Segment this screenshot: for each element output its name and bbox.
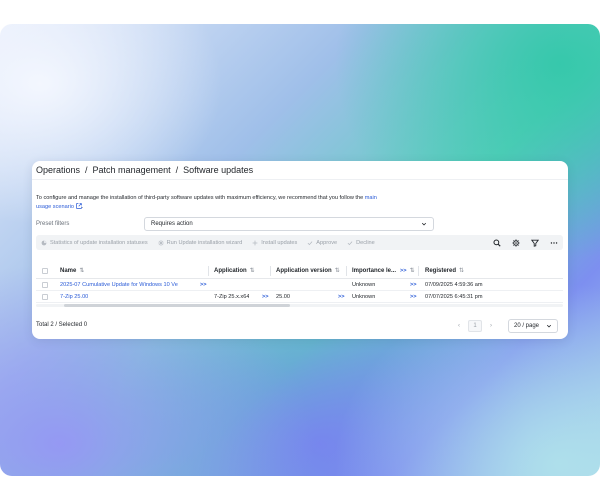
row-registered: 07/09/2025 4:59:36 am: [425, 281, 483, 288]
sort-icon: ⇅: [334, 268, 340, 274]
row-expand-version[interactable]: >>: [338, 291, 345, 302]
pie-chart-icon: [41, 240, 47, 245]
gear-icon[interactable]: [512, 238, 520, 247]
sort-icon: ⇅: [409, 268, 415, 274]
breadcrumb-operations[interactable]: Operations: [36, 165, 80, 175]
approve-button[interactable]: Approve: [307, 240, 337, 246]
decline-button[interactable]: Decline: [347, 240, 375, 246]
row-application: 7-Zip 25.x.x64: [214, 293, 250, 300]
pagination: ‹ 1 › 20 / page: [458, 319, 558, 333]
row-name-link[interactable]: 7-Zip 25.00: [60, 291, 200, 302]
column-application[interactable]: Application ⇅: [214, 263, 255, 278]
statistics-button[interactable]: Statistics of update installation status…: [41, 240, 148, 246]
page-title: Software updates: [183, 165, 254, 175]
row-importance: Unknown: [352, 293, 376, 300]
row-expand-application[interactable]: >>: [262, 291, 269, 302]
total-selected-count: Total 2 / Selected 0: [36, 322, 88, 328]
next-page-button[interactable]: ›: [490, 323, 492, 329]
column-registered[interactable]: Registered ⇅: [425, 263, 464, 278]
chevron-down-icon: [421, 222, 427, 226]
sort-icon: ⇅: [79, 268, 85, 274]
sort-icon: ⇅: [249, 268, 255, 274]
toolbar: Statistics of update installation status…: [36, 235, 563, 250]
column-importance[interactable]: Importance le... >> ⇅: [352, 263, 415, 278]
column-application-version[interactable]: Application version ⇅: [276, 263, 340, 278]
updates-table: Name ⇅ Application ⇅ Application version ⇅ …: [36, 263, 563, 303]
title-divider: [32, 179, 568, 180]
more-options-icon[interactable]: [550, 239, 558, 247]
breadcrumb-separator: /: [85, 165, 88, 175]
scrollbar-thumb[interactable]: [64, 304, 290, 307]
table-row[interactable]: 2025-07 Cumulative Update for Windows 10…: [36, 279, 563, 291]
breadcrumb-patch-management[interactable]: Patch management: [93, 165, 171, 175]
check-icon: [307, 240, 313, 245]
row-checkbox[interactable]: [42, 281, 48, 288]
row-expand-importance[interactable]: >>: [410, 279, 417, 290]
row-checkbox[interactable]: [42, 293, 48, 300]
horizontal-scrollbar[interactable]: [36, 304, 563, 307]
row-registered: 07/07/2025 6:45:31 pm: [425, 293, 483, 300]
plus-icon: [252, 240, 258, 245]
check-icon: [347, 240, 353, 245]
preset-filters-row: Preset filters Requires action: [36, 217, 434, 231]
row-importance: Unknown: [352, 281, 376, 288]
page-number-current[interactable]: 1: [468, 320, 482, 332]
select-all-checkbox[interactable]: [42, 267, 48, 274]
install-updates-button[interactable]: Install updates: [252, 240, 297, 246]
breadcrumb-separator: /: [175, 165, 179, 175]
filter-icon[interactable]: [531, 239, 539, 247]
toolbar-actions: [493, 238, 558, 247]
row-expand-name[interactable]: >>: [200, 279, 207, 290]
table-row[interactable]: 7-Zip 25.00 7-Zip 25.x.x64 >> 25.00 >> U…: [36, 291, 563, 303]
row-app-version: 25.00: [276, 293, 290, 300]
column-name[interactable]: Name ⇅: [60, 263, 84, 278]
preset-filters-label: Preset filters: [36, 221, 70, 227]
chevron-down-icon: [546, 324, 552, 328]
page-size-select[interactable]: 20 / page: [508, 319, 558, 333]
wand-icon: [157, 239, 164, 246]
run-wizard-button[interactable]: Run Update installation wizard: [157, 239, 242, 246]
table-header: Name ⇅ Application ⇅ Application version ⇅ …: [36, 263, 563, 279]
preset-filters-select[interactable]: Requires action: [144, 217, 434, 231]
sort-icon: ⇅: [459, 268, 465, 274]
row-name-link[interactable]: 2025-07 Cumulative Update for Windows 10…: [60, 279, 200, 290]
row-expand-importance[interactable]: >>: [410, 291, 417, 302]
search-icon[interactable]: [493, 238, 501, 247]
breadcrumb: Operations / Patch management / Software…: [36, 163, 253, 177]
prev-page-button[interactable]: ‹: [458, 323, 460, 329]
intro-text: To configure and manage the installation…: [36, 195, 377, 210]
preset-filters-value: Requires action: [151, 221, 193, 227]
page-size-value: 20 / page: [514, 323, 540, 329]
software-updates-panel: Operations / Patch management / Software…: [32, 161, 568, 339]
